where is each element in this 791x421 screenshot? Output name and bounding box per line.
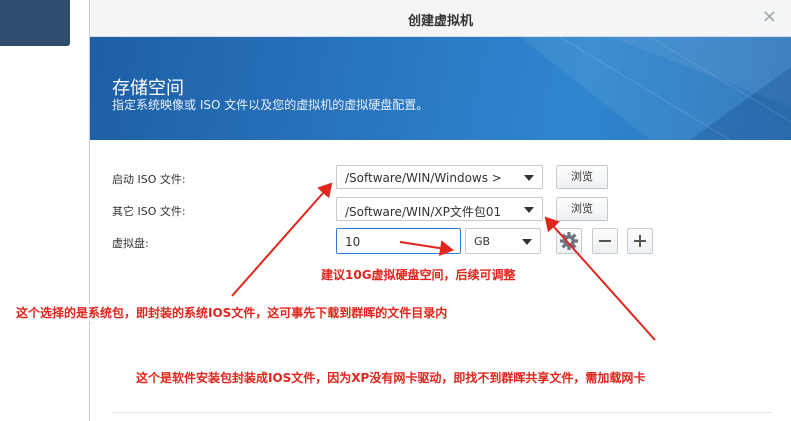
- annotation-other-tip: 这个是软件安装包封装成IOS文件，因为XP没有网卡驱动，即找不到群晖共享文件，需…: [136, 369, 646, 386]
- arrow-to-vdisk-size: [399, 240, 454, 257]
- annotation-disk-tip: 建议10G虚拟硬盘空间，后续可调整: [321, 266, 516, 283]
- annotation-boot-tip: 这个选择的是系统包，即封装的系统IOS文件，这可事先下载到群晖的文件目录内: [16, 304, 448, 321]
- arrow-to-other-iso: [544, 216, 656, 341]
- arrow-to-boot-iso: [231, 182, 333, 297]
- annotation-arrows: [231, 182, 656, 341]
